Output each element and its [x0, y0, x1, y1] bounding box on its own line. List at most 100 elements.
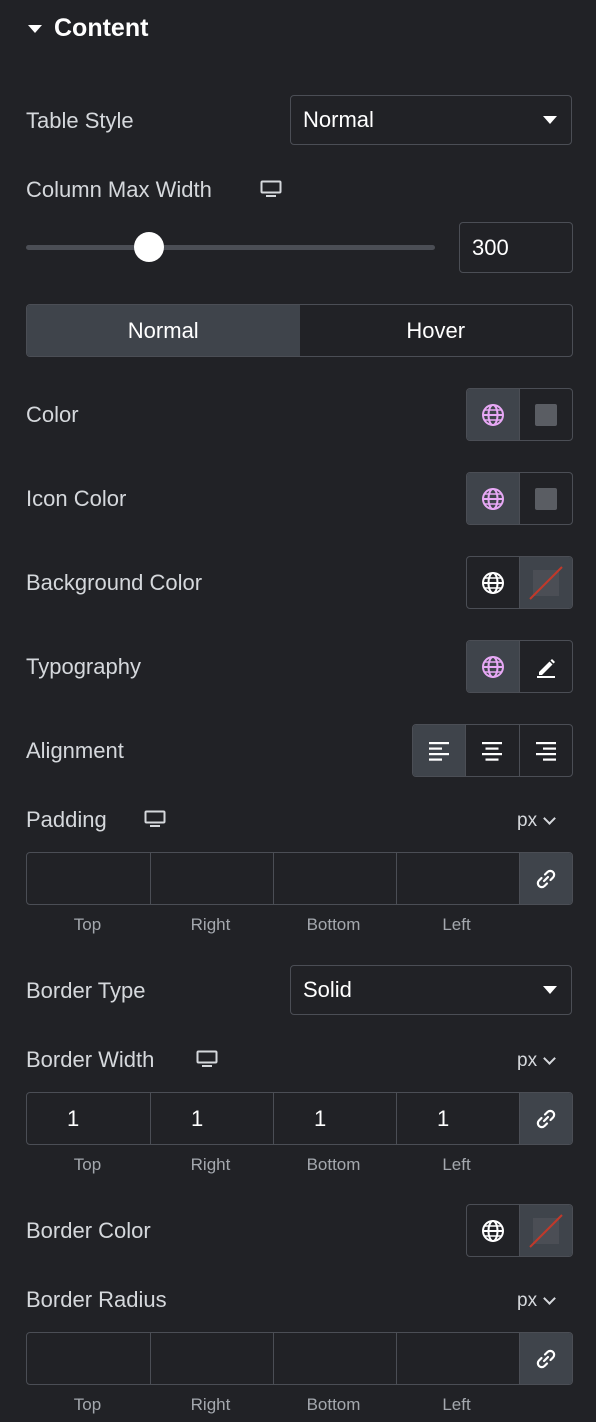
border-color-label: Border Color [26, 1218, 151, 1243]
border-width-label: Border Width [26, 1047, 155, 1072]
color-global-button[interactable] [467, 389, 519, 440]
icon-color-label: Icon Color [26, 486, 127, 511]
column-width-value: 300 [472, 234, 509, 260]
border-width-unit: px [517, 1050, 538, 1071]
icon-color-swatch [535, 487, 557, 510]
typography-label: Typography [26, 654, 141, 679]
border-width-top-input[interactable]: 1 [27, 1093, 150, 1144]
alignment-control [412, 724, 573, 777]
link-icon [536, 1349, 556, 1368]
align-left-button[interactable] [413, 725, 466, 776]
border-type-label: Border Type [26, 978, 146, 1003]
tab-hover[interactable]: Hover [300, 305, 573, 356]
border-radius-left-input[interactable] [396, 1333, 519, 1384]
border-radius-link-button[interactable] [519, 1333, 572, 1384]
background-color-control [466, 556, 573, 609]
border-color-swatch-button[interactable] [519, 1205, 572, 1256]
padding-link-button[interactable] [519, 853, 572, 904]
align-left-icon [429, 741, 450, 761]
border-radius-unit: px [517, 1290, 538, 1311]
pencil-icon [537, 658, 555, 678]
link-icon [536, 869, 556, 888]
border-width-right-input[interactable]: 1 [150, 1093, 273, 1144]
caret-down-icon [28, 24, 42, 33]
border-type-value: Solid [303, 977, 352, 1002]
padding-bottom-input[interactable] [273, 853, 396, 904]
bottom-label: Bottom [306, 1395, 361, 1414]
desktop-responsive-icon[interactable] [144, 810, 166, 828]
alignment-label: Alignment [26, 738, 124, 763]
right-label: Right [190, 1395, 231, 1414]
chevron-down-icon [543, 1292, 556, 1305]
border-radius-label: Border Radius [26, 1287, 167, 1312]
padding-inputs [26, 852, 573, 905]
table-style-select[interactable]: Normal [290, 95, 572, 145]
background-color-swatch-button[interactable] [519, 557, 572, 608]
padding-unit: px [517, 810, 538, 831]
border-radius-top-input[interactable] [27, 1333, 150, 1384]
typography-global-button[interactable] [467, 641, 519, 692]
desktop-responsive-icon[interactable] [260, 180, 282, 198]
border-width-bottom-input[interactable]: 1 [273, 1093, 396, 1144]
desktop-responsive-icon[interactable] [196, 1050, 218, 1068]
align-center-button[interactable] [465, 725, 518, 776]
align-right-button[interactable] [518, 725, 572, 776]
border-color-global-button[interactable] [467, 1205, 519, 1256]
border-width-link-button[interactable] [519, 1093, 572, 1144]
border-width-unit-select[interactable]: px [517, 1050, 556, 1072]
align-center-icon [482, 741, 503, 761]
align-right-icon [535, 741, 556, 761]
color-label: Color [26, 402, 79, 427]
no-color-icon [529, 1213, 563, 1248]
table-style-label: Table Style [26, 108, 134, 133]
state-tabs: Normal Hover [26, 304, 573, 357]
table-style-value: Normal [303, 107, 374, 132]
top-label: Top [73, 915, 102, 934]
globe-icon [482, 1219, 504, 1242]
border-radius-inputs [26, 1332, 573, 1385]
color-swatch-button[interactable] [519, 389, 572, 440]
left-label: Left [442, 1395, 471, 1414]
border-radius-bottom-input[interactable] [273, 1333, 396, 1384]
background-color-label: Background Color [26, 570, 203, 595]
globe-icon [482, 655, 504, 678]
column-width-input[interactable]: 300 [459, 222, 573, 273]
left-label: Left [442, 1155, 471, 1174]
padding-left-input[interactable] [396, 853, 519, 904]
icon-color-control [466, 472, 573, 525]
border-radius-right-input[interactable] [150, 1333, 273, 1384]
padding-unit-select[interactable]: px [517, 810, 556, 832]
column-width-slider-thumb[interactable] [133, 232, 164, 262]
chevron-down-icon [543, 812, 556, 825]
padding-label: Padding [26, 807, 107, 832]
link-icon [536, 1109, 556, 1128]
background-color-global-button[interactable] [467, 557, 519, 608]
icon-color-global-button[interactable] [467, 473, 519, 524]
section-toggle[interactable]: Content [28, 14, 148, 43]
icon-color-swatch-button[interactable] [519, 473, 572, 524]
globe-icon [482, 403, 504, 426]
chevron-down-icon [543, 1052, 556, 1065]
padding-side-labels: Top Right Bottom Left [26, 915, 518, 935]
top-label: Top [73, 1395, 102, 1414]
border-width-left-input[interactable]: 1 [396, 1093, 519, 1144]
right-label: Right [190, 1155, 231, 1174]
tab-normal[interactable]: Normal [27, 305, 300, 356]
typography-control [466, 640, 573, 693]
top-label: Top [73, 1155, 102, 1174]
border-radius-unit-select[interactable]: px [517, 1290, 556, 1312]
bottom-label: Bottom [306, 1155, 361, 1174]
padding-top-input[interactable] [27, 853, 150, 904]
typography-edit-button[interactable] [519, 641, 572, 692]
color-control [466, 388, 573, 441]
globe-icon [482, 571, 504, 594]
border-color-control [466, 1204, 573, 1257]
column-width-slider-track[interactable] [26, 245, 435, 250]
border-radius-side-labels: Top Right Bottom Left [26, 1395, 518, 1415]
padding-right-input[interactable] [150, 853, 273, 904]
no-color-icon [529, 565, 563, 600]
right-label: Right [190, 915, 231, 934]
border-type-select[interactable]: Solid [290, 965, 572, 1015]
dropdown-arrow-icon [543, 986, 557, 994]
column-max-width-label: Column Max Width [26, 177, 212, 202]
